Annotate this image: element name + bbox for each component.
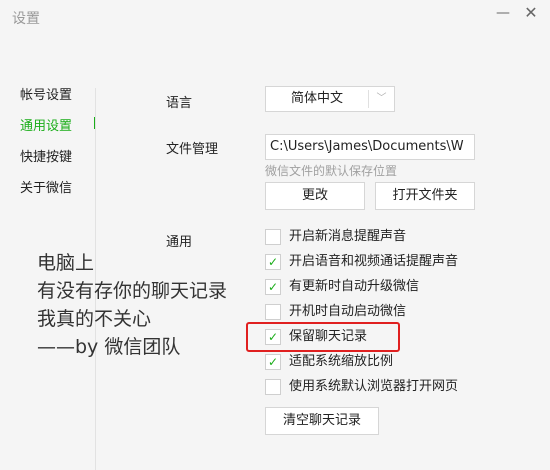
file-path-field[interactable]: C:\Users\James\Documents\W — [265, 134, 475, 160]
sidebar-item-shortcuts[interactable]: 快捷按键 — [20, 146, 72, 165]
checkbox[interactable]: ✓ — [265, 254, 281, 270]
highlight-box — [246, 322, 400, 352]
option-label: 有更新时自动升级微信 — [289, 279, 420, 294]
sidebar-item-about[interactable]: 关于微信 — [20, 177, 72, 196]
language-select[interactable]: 简体中文 ﹀ — [265, 86, 395, 112]
settings-window: 设置 — ✕ 帐号设置 通用设置 快捷按键 关于微信 语言 简体中文 ﹀ 文件管… — [0, 0, 550, 470]
minimize-button[interactable]: — — [493, 4, 513, 22]
checkbox[interactable] — [265, 304, 281, 320]
language-label: 语言 — [166, 96, 193, 111]
overlay-line: 电脑上 — [37, 252, 95, 274]
overlay-line: 有没有存你的聊天记录 — [37, 280, 228, 302]
sidebar-item-account[interactable]: 帐号设置 — [20, 84, 72, 103]
chevron-down-icon[interactable]: ﹀ — [369, 87, 394, 111]
checkbox[interactable] — [265, 229, 281, 245]
option-label: 使用系统默认浏览器打开网页 — [289, 379, 459, 394]
window-title: 设置 — [12, 11, 40, 27]
sidebar-item-general[interactable]: 通用设置 — [20, 115, 72, 134]
overlay-line: ——by 微信团队 — [37, 336, 181, 358]
option-label: 适配系统缩放比例 — [289, 354, 394, 369]
option-label: 开机时自动启动微信 — [289, 304, 407, 319]
checkbox[interactable] — [265, 379, 281, 395]
close-button[interactable]: ✕ — [521, 4, 541, 22]
overlay-line: 我真的不关心 — [37, 308, 152, 330]
file-management-label: 文件管理 — [166, 142, 219, 157]
checkbox[interactable]: ✓ — [265, 354, 281, 370]
change-button[interactable]: 更改 — [265, 182, 365, 210]
open-folder-button[interactable]: 打开文件夹 — [375, 182, 475, 210]
file-path-hint: 微信文件的默认保存位置 — [265, 164, 398, 178]
option-label: 开启新消息提醒声音 — [289, 229, 407, 244]
option-label: 开启语音和视频通话提醒声音 — [289, 254, 459, 269]
language-value: 简体中文 — [290, 91, 343, 106]
clear-chat-history-button[interactable]: 清空聊天记录 — [265, 407, 379, 435]
general-label: 通用 — [166, 235, 193, 250]
checkbox[interactable]: ✓ — [265, 279, 281, 295]
